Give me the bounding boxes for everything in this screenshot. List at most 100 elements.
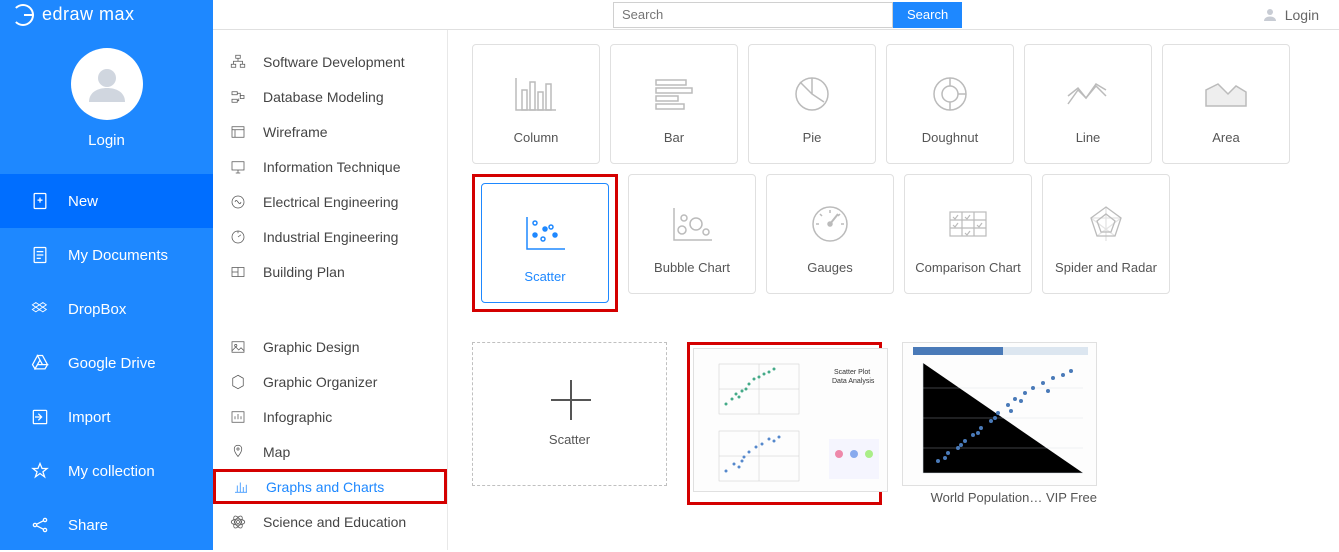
area-chart-icon: [1202, 64, 1250, 124]
map-pin-icon: [229, 443, 247, 461]
cat-label: Industrial Engineering: [263, 229, 398, 245]
column-chart-icon: [512, 64, 560, 124]
cat-science-and-education[interactable]: Science and Education: [213, 504, 447, 539]
cat-label: Electrical Engineering: [263, 194, 398, 210]
brand-logo: edraw max: [0, 0, 213, 30]
cat-label: Software Development: [263, 54, 405, 70]
sidebar-item-label: DropBox: [68, 301, 126, 318]
chart-type-label: Scatter: [524, 269, 565, 284]
dropbox-icon: [30, 299, 50, 319]
cat-label: Information Technique: [263, 159, 401, 175]
sidebar-item-share[interactable]: Share: [0, 498, 213, 552]
sidebar-item-import[interactable]: Import: [0, 390, 213, 444]
chart-type-doughnut[interactable]: Doughnut: [886, 44, 1014, 164]
search-input[interactable]: [613, 2, 893, 28]
sidebar-item-label: Import: [68, 409, 111, 426]
chart-type-bar[interactable]: Bar: [610, 44, 738, 164]
svg-text:Data Analysis: Data Analysis: [832, 378, 875, 385]
avatar-icon: [83, 60, 131, 108]
chart-type-area[interactable]: Area: [1162, 44, 1290, 164]
sidebar-item-my-documents[interactable]: My Documents: [0, 228, 213, 282]
sidebar: Login New My Documents DropBox Google Dr…: [0, 30, 213, 550]
star-icon: [30, 461, 50, 481]
chart-type-pie[interactable]: Pie: [748, 44, 876, 164]
sidebar-item-dropbox[interactable]: DropBox: [0, 282, 213, 336]
cat-map[interactable]: Map: [213, 434, 447, 469]
line-chart-icon: [1064, 64, 1112, 124]
template-preview-icon: Scatter Plot Data Analysis: [694, 349, 888, 492]
google-drive-icon: [30, 353, 50, 373]
template-label: Scatter: [549, 432, 590, 447]
plus-icon: [570, 380, 572, 420]
avatar[interactable]: [71, 48, 143, 120]
svg-text:Scatter Plot: Scatter Plot: [834, 369, 870, 376]
top-login-label: Login: [1285, 7, 1319, 23]
brand-text: edraw max: [42, 4, 135, 25]
cat-label: Graphic Design: [263, 339, 360, 355]
chart-type-spider-and-radar[interactable]: Spider and Radar: [1042, 174, 1170, 294]
sidebar-item-label: New: [68, 193, 98, 210]
sidebar-item-label: My Documents: [68, 247, 168, 264]
image-icon: [229, 338, 247, 356]
cat-industrial-engineering[interactable]: Industrial Engineering: [213, 219, 447, 254]
cat-software-development[interactable]: Software Development: [213, 44, 447, 79]
chart-icon: [232, 478, 250, 496]
top-bar: edraw max Search Login: [0, 0, 1339, 30]
template-world-population[interactable]: World Population… VIP Free: [902, 342, 1097, 505]
template-blank-scatter[interactable]: Scatter: [472, 342, 667, 505]
new-file-icon: [30, 191, 50, 211]
infographic-icon: [229, 408, 247, 426]
chart-type-line[interactable]: Line: [1024, 44, 1152, 164]
sidebar-item-my-collection[interactable]: My collection: [0, 444, 213, 498]
pie-chart-icon: [790, 64, 834, 124]
sidebar-login-link[interactable]: Login: [0, 132, 213, 149]
template-row: Scatter Scatter Plot Data Analysis: [472, 342, 1315, 505]
electrical-icon: [229, 193, 247, 211]
chart-type-bubble-chart[interactable]: Bubble Chart: [628, 174, 756, 294]
chart-type-label: Line: [1076, 130, 1101, 145]
sidebar-item-google-drive[interactable]: Google Drive: [0, 336, 213, 390]
cat-database-modeling[interactable]: Database Modeling: [213, 79, 447, 114]
cat-label: Database Modeling: [263, 89, 384, 105]
chart-type-gauges[interactable]: Gauges: [766, 174, 894, 294]
cat-graphic-organizer[interactable]: Graphic Organizer: [213, 364, 447, 399]
share-icon: [30, 515, 50, 535]
chart-type-label: Pie: [803, 130, 822, 145]
cat-electrical-engineering[interactable]: Electrical Engineering: [213, 184, 447, 219]
chart-type-label: Column: [514, 130, 559, 145]
gauge-icon: [808, 194, 852, 254]
top-login-button[interactable]: Login: [1261, 6, 1319, 24]
chart-type-label: Bubble Chart: [654, 260, 730, 275]
cat-infographic[interactable]: Infographic: [213, 399, 447, 434]
documents-icon: [30, 245, 50, 265]
search-wrap: Search: [613, 2, 962, 28]
cat-wireframe[interactable]: Wireframe: [213, 114, 447, 149]
chart-type-label: Doughnut: [922, 130, 978, 145]
cat-label: Graphs and Charts: [266, 479, 384, 495]
bar-chart-icon: [650, 64, 698, 124]
atom-icon: [229, 513, 247, 531]
org-icon: [229, 53, 247, 71]
search-button[interactable]: Search: [893, 2, 962, 28]
hex-icon: [229, 373, 247, 391]
cat-information-technique[interactable]: Information Technique: [213, 149, 447, 184]
sidebar-item-new[interactable]: New: [0, 174, 213, 228]
cat-label: Wireframe: [263, 124, 328, 140]
cat-building-plan[interactable]: Building Plan: [213, 254, 447, 289]
template-scatter-analysis[interactable]: Scatter Plot Data Analysis: [687, 342, 882, 505]
chart-type-label: Gauges: [807, 260, 853, 275]
chart-type-comparison-chart[interactable]: Comparison Chart: [904, 174, 1032, 294]
template-preview-icon: [903, 343, 1097, 486]
monitor-icon: [229, 158, 247, 176]
sidebar-item-label: Share: [68, 517, 108, 534]
chart-type-scatter[interactable]: Scatter: [481, 183, 609, 303]
import-icon: [30, 407, 50, 427]
industrial-icon: [229, 228, 247, 246]
cat-graphic-design[interactable]: Graphic Design: [213, 329, 447, 364]
comparison-chart-icon: [944, 194, 992, 254]
cat-graphs-and-charts[interactable]: Graphs and Charts: [213, 469, 447, 504]
brand-icon: [12, 4, 34, 26]
chart-type-label: Comparison Chart: [915, 260, 1021, 275]
chart-type-column[interactable]: Column: [472, 44, 600, 164]
doughnut-chart-icon: [928, 64, 972, 124]
